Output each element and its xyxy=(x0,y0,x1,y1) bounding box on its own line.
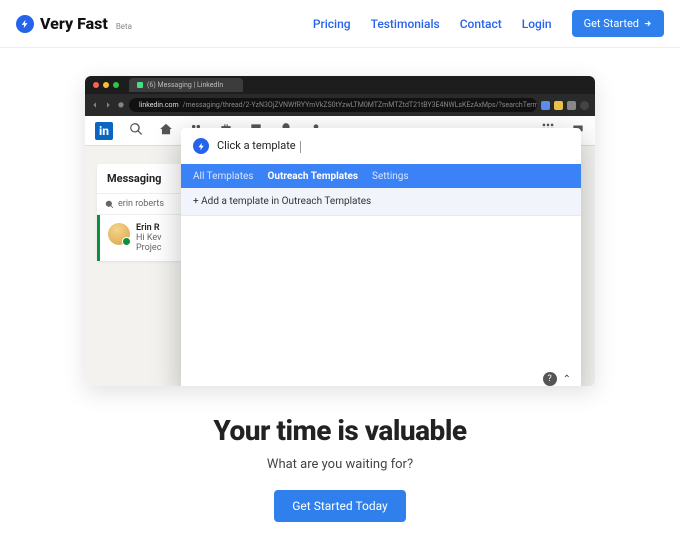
site-header: Very Fast Beta Pricing Testimonials Cont… xyxy=(0,0,680,48)
hero: (6) Messaging | LinkedIn linkedin.com /m… xyxy=(0,48,680,386)
overlay-prompt[interactable]: Click a template xyxy=(217,139,301,152)
forward-icon[interactable] xyxy=(104,101,112,109)
browser-tab[interactable]: (6) Messaging | LinkedIn xyxy=(129,78,243,92)
url-box[interactable]: linkedin.com /messaging/thread/2-YzN3OjZ… xyxy=(129,98,537,112)
search-icon[interactable] xyxy=(129,121,143,140)
url-host: linkedin.com xyxy=(139,101,179,109)
url-path: /messaging/thread/2-YzN3OjZVNWfRYYmVkZS0… xyxy=(183,101,537,109)
tab-outreach-templates[interactable]: Outreach Templates xyxy=(267,171,358,182)
contact-name: Erin R xyxy=(136,223,161,233)
window-minimize-icon xyxy=(103,82,109,88)
headline-section: Your time is valuable What are you waiti… xyxy=(0,386,680,552)
extension-icon[interactable] xyxy=(541,101,550,110)
overlay-header: Click a template xyxy=(181,128,581,164)
nav-link-login[interactable]: Login xyxy=(522,17,552,31)
nav-link-pricing[interactable]: Pricing xyxy=(313,17,351,31)
template-overlay: Click a template All Templates Outreach … xyxy=(181,128,581,386)
tab-favicon-icon xyxy=(137,82,143,88)
add-template-row[interactable]: + Add a template in Outreach Templates xyxy=(181,188,581,216)
help-icon[interactable]: ? xyxy=(543,372,557,386)
reload-icon[interactable] xyxy=(117,101,125,109)
brand[interactable]: Very Fast Beta xyxy=(16,14,132,33)
avatar xyxy=(108,223,130,245)
linkedin-logo-icon[interactable]: in xyxy=(95,122,113,140)
contact-preview: Hi Kev xyxy=(136,233,161,243)
brand-bolt-icon xyxy=(16,15,34,33)
headline-title: Your time is valuable xyxy=(20,414,660,447)
window-zoom-icon xyxy=(113,82,119,88)
extension-icon[interactable] xyxy=(567,101,576,110)
messaging-search-value: erin roberts xyxy=(118,199,164,209)
tab-all-templates[interactable]: All Templates xyxy=(193,171,253,182)
overlay-tabs: All Templates Outreach Templates Setting… xyxy=(181,164,581,188)
extension-icon[interactable] xyxy=(554,101,563,110)
nav-link-contact[interactable]: Contact xyxy=(460,17,502,31)
home-icon[interactable] xyxy=(159,121,173,140)
headline-cta-button[interactable]: Get Started Today xyxy=(274,490,405,522)
browser-mock: (6) Messaging | LinkedIn linkedin.com /m… xyxy=(85,76,595,386)
nav-cta-button[interactable]: Get Started xyxy=(572,10,664,37)
extensions xyxy=(541,101,589,110)
brand-sub: Beta xyxy=(116,22,132,31)
browser-addressbar: linkedin.com /messaging/thread/2-YzN3OjZ… xyxy=(85,94,595,116)
contact-preview: Projec xyxy=(136,243,161,253)
arrow-right-icon xyxy=(643,19,652,28)
window-close-icon xyxy=(93,82,99,88)
chevron-up-icon[interactable]: ⌃ xyxy=(563,374,571,385)
back-icon[interactable] xyxy=(91,101,99,109)
browser-tabstrip: (6) Messaging | LinkedIn xyxy=(85,76,595,94)
overlay-bolt-icon xyxy=(193,138,209,154)
conversation-text: Erin R Hi Kev Projec xyxy=(136,223,161,253)
tab-label: (6) Messaging | LinkedIn xyxy=(147,81,223,89)
tab-settings[interactable]: Settings xyxy=(372,171,409,182)
nav-cta-label: Get Started xyxy=(584,17,639,30)
headline-subtitle: What are you waiting for? xyxy=(20,457,660,472)
overlay-footer: ? ⌃ xyxy=(181,366,581,386)
search-icon xyxy=(105,200,114,209)
nav-links: Pricing Testimonials Contact Login Get S… xyxy=(313,10,664,37)
brand-name: Very Fast xyxy=(40,14,108,33)
profile-avatar-icon[interactable] xyxy=(580,101,589,110)
overlay-body xyxy=(181,216,581,366)
nav-link-testimonials[interactable]: Testimonials xyxy=(371,17,440,31)
